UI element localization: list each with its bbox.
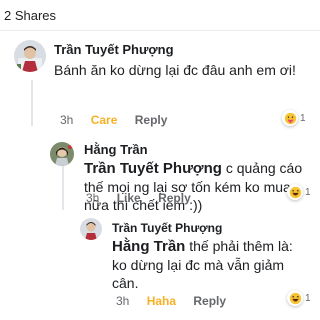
avatar[interactable]: [14, 40, 46, 72]
mention-link[interactable]: Hằng Trần: [112, 238, 185, 255]
comment-author[interactable]: Hằng Trần: [84, 142, 314, 158]
reaction-summary[interactable]: 1: [287, 184, 311, 200]
avatar-image: [50, 142, 74, 166]
haha-reaction-button[interactable]: Haha: [147, 294, 176, 308]
reaction-count: 1: [305, 292, 311, 304]
comment-author[interactable]: Trần Tuyết Phượng: [112, 221, 312, 235]
avatar[interactable]: [80, 218, 102, 240]
shares-count[interactable]: 2 Shares: [4, 8, 56, 23]
reaction-count: 1: [300, 112, 306, 124]
comment-timestamp[interactable]: 3h: [116, 294, 129, 308]
haha-emoji-icon: [289, 186, 301, 198]
comment-author[interactable]: Trần Tuyết Phượng: [54, 42, 314, 58]
reply-button[interactable]: Reply: [135, 113, 168, 127]
comment-text: c quảng cáo: [225, 160, 303, 176]
reply-button[interactable]: Reply: [158, 191, 191, 205]
reaction-summary[interactable]: 1: [287, 290, 311, 306]
reaction-count: 1: [305, 186, 311, 198]
haha-emoji-icon: [289, 292, 301, 304]
thread-line: [62, 166, 64, 210]
reply-button[interactable]: Reply: [193, 294, 226, 308]
avatar-image: [80, 218, 102, 240]
care-reaction-button[interactable]: Care: [91, 113, 118, 127]
comment-text: thế phải thêm là:: [189, 238, 293, 254]
avatar[interactable]: [50, 142, 74, 166]
comment-text: Bánh ăn ko dừng lại đc đâu anh em ơi!: [54, 62, 296, 78]
avatar-image: [14, 40, 46, 72]
comment-timestamp[interactable]: 3h: [86, 191, 99, 205]
divider: [0, 30, 320, 31]
mention-link[interactable]: Trần Tuyết Phượng: [84, 160, 222, 177]
care-emoji-icon: [284, 112, 296, 124]
thread-line: [31, 80, 33, 126]
comment-timestamp[interactable]: 3h: [60, 113, 73, 127]
like-button[interactable]: Like: [117, 191, 141, 205]
comment-text: ko dừng lại đc mà vẫn giảm: [112, 257, 285, 273]
comment-text: cân.: [112, 275, 139, 291]
reaction-summary[interactable]: 1: [282, 110, 306, 126]
